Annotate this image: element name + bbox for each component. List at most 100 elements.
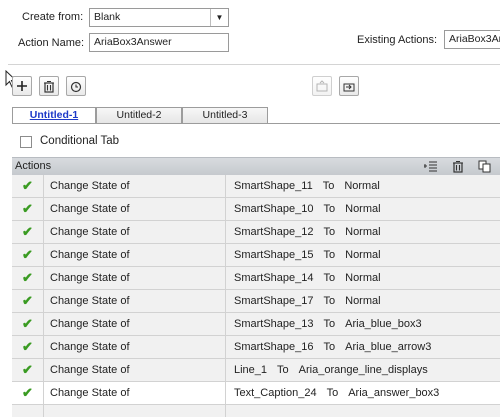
to-keyword: To	[323, 295, 336, 307]
check-icon: ✔	[22, 362, 33, 377]
stack-down-icon	[343, 83, 355, 92]
actions-header: Actions	[12, 157, 500, 177]
check-icon: ✔	[22, 293, 33, 308]
target-cell[interactable]: SmartShape_12 To Normal	[226, 221, 500, 243]
target-cell[interactable]: SmartShape_15 To Normal	[226, 244, 500, 266]
create-from-dropdown[interactable]: Blank ▼	[89, 8, 229, 27]
check-icon: ✔	[22, 316, 33, 331]
action-cell[interactable]: Change State of	[44, 382, 226, 404]
action-name-input[interactable]: AriaBox3Answer	[89, 33, 229, 52]
to-keyword: To	[323, 249, 336, 261]
target-name: SmartShape_16	[234, 341, 314, 353]
check-icon: ✔	[22, 224, 33, 239]
state-name: Aria_orange_line_displays	[298, 364, 428, 376]
empty-row[interactable]	[12, 405, 500, 417]
action-name-label: Action Name:	[18, 37, 85, 49]
state-name: Normal	[345, 203, 381, 215]
check-icon: ✔	[22, 385, 33, 400]
stack-up-icon	[316, 80, 328, 92]
conditional-tab-checkbox[interactable]	[20, 136, 32, 148]
to-keyword: To	[326, 387, 339, 399]
state-name: Normal	[345, 295, 381, 307]
table-row[interactable]: ✔ Change State of SmartShape_16 To Aria_bl…	[12, 336, 500, 359]
state-name: Normal	[345, 249, 381, 261]
check-icon: ✔	[22, 178, 33, 193]
target-cell[interactable]: SmartShape_16 To Aria_blue_arrow3	[226, 336, 500, 358]
check-icon: ✔	[22, 201, 33, 216]
to-keyword: To	[323, 318, 336, 330]
target-cell[interactable]: SmartShape_14 To Normal	[226, 267, 500, 289]
action-cell[interactable]: Change State of	[44, 336, 226, 358]
table-row[interactable]: ✔ Change State of SmartShape_12 To Normal	[12, 221, 500, 244]
plus-icon	[17, 81, 27, 91]
target-cell[interactable]: Line_1 To Aria_orange_line_displays	[226, 359, 500, 381]
action-cell[interactable]: Change State of	[44, 221, 226, 243]
action-cell[interactable]: Change State of	[44, 198, 226, 220]
copy-action-button[interactable]	[66, 76, 86, 96]
target-name: SmartShape_13	[234, 318, 314, 330]
insert-row-icon[interactable]	[423, 160, 438, 176]
tab-untitled-2[interactable]: Untitled-2	[96, 107, 182, 124]
add-action-button[interactable]	[12, 76, 32, 96]
table-row[interactable]: ✔ Change State of SmartShape_15 To Normal	[12, 244, 500, 267]
check-icon: ✔	[22, 270, 33, 285]
check-icon: ✔	[22, 339, 33, 354]
conditional-tab-label: Conditional Tab	[40, 135, 120, 147]
table-row[interactable]: ✔ Change State of SmartShape_17 To Normal	[12, 290, 500, 313]
target-name: SmartShape_17	[234, 295, 314, 307]
target-cell[interactable]: SmartShape_13 To Aria_blue_box3	[226, 313, 500, 335]
to-keyword: To	[323, 272, 336, 284]
tab-baseline	[12, 123, 500, 124]
existing-actions-value: AriaBox3An	[449, 33, 500, 45]
target-name: SmartShape_14	[234, 272, 314, 284]
table-row[interactable]: ✔ Change State of Line_1 To Aria_orange_li…	[12, 359, 500, 382]
state-name: Normal	[345, 272, 381, 284]
existing-actions-dropdown[interactable]: AriaBox3An	[444, 30, 500, 49]
table-row[interactable]: ✔ Change State of SmartShape_10 To Normal	[12, 198, 500, 221]
check-icon: ✔	[22, 247, 33, 262]
separator	[8, 64, 500, 65]
delete-action-button[interactable]	[39, 76, 59, 96]
to-keyword: To	[322, 180, 335, 192]
trash-icon[interactable]	[452, 160, 464, 176]
tab-untitled-1[interactable]: Untitled-1	[12, 107, 96, 124]
action-cell[interactable]: Change State of	[44, 267, 226, 289]
trash-icon	[44, 80, 54, 93]
create-from-label: Create from:	[22, 11, 84, 23]
table-row[interactable]: ✔ Change State of SmartShape_13 To Aria_bl…	[12, 313, 500, 336]
existing-actions-label: Existing Actions:	[357, 34, 438, 46]
copy-icon[interactable]	[478, 160, 491, 176]
state-name: Normal	[344, 180, 380, 192]
action-cell[interactable]: Change State of	[44, 359, 226, 381]
target-name: SmartShape_15	[234, 249, 314, 261]
to-keyword: To	[323, 203, 336, 215]
state-name: Aria_answer_box3	[348, 387, 440, 399]
state-name: Normal	[345, 226, 381, 238]
target-name: SmartShape_12	[234, 226, 314, 238]
move-down-button[interactable]	[339, 76, 359, 96]
target-name: SmartShape_11	[234, 180, 313, 192]
chevron-down-icon: ▼	[210, 9, 228, 26]
table-row[interactable]: ✔ Change State of SmartShape_14 To Normal	[12, 267, 500, 290]
clock-copy-icon	[70, 81, 82, 92]
tab-untitled-3[interactable]: Untitled-3	[182, 107, 268, 124]
to-keyword: To	[277, 364, 289, 376]
target-cell[interactable]: Text_Caption_24 To Aria_answer_box3	[226, 382, 500, 404]
target-cell[interactable]: SmartShape_11 To Normal	[226, 175, 500, 197]
state-name: Aria_blue_box3	[345, 318, 422, 330]
target-cell[interactable]: SmartShape_17 To Normal	[226, 290, 500, 312]
to-keyword: To	[323, 341, 336, 353]
actions-header-label: Actions	[15, 160, 52, 172]
target-name: SmartShape_10	[234, 203, 314, 215]
table-row[interactable]: ✔ Change State of Text_Caption_24 To Aria_…	[12, 382, 500, 405]
target-name: Text_Caption_24	[234, 387, 317, 399]
action-cell[interactable]: Change State of	[44, 244, 226, 266]
action-cell[interactable]: Change State of	[44, 175, 226, 197]
action-name-value: AriaBox3Answer	[94, 36, 172, 48]
action-cell[interactable]: Change State of	[44, 313, 226, 335]
move-up-button[interactable]	[312, 76, 332, 96]
target-cell[interactable]: SmartShape_10 To Normal	[226, 198, 500, 220]
action-cell[interactable]: Change State of	[44, 290, 226, 312]
table-row[interactable]: ✔ Change State of SmartShape_11 To Normal	[12, 175, 500, 198]
target-name: Line_1	[234, 364, 268, 376]
